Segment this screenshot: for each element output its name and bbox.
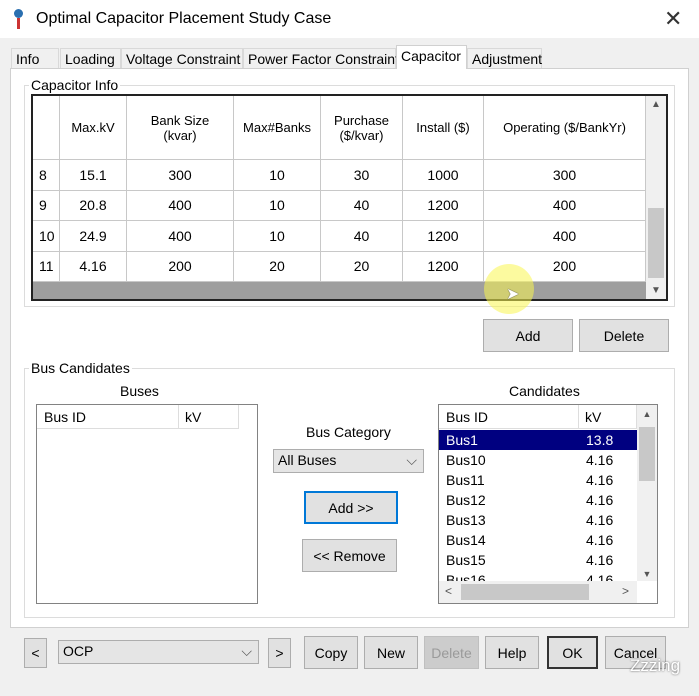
candidate-row[interactable]: Bus12 4.16 <box>439 490 637 510</box>
grid-cell[interactable]: 15.1 <box>60 160 127 191</box>
buses-label: Buses <box>120 383 159 399</box>
grid-header-cell[interactable]: Install ($) <box>403 96 484 160</box>
candidates-header-kv[interactable]: kV <box>579 405 637 429</box>
capacitor-grid[interactable]: Max.kV Bank Size (kvar) Max#Banks Purchase … <box>31 94 668 301</box>
grid-header-cell[interactable]: Bank Size (kvar) <box>127 96 234 160</box>
buses-list[interactable]: Bus ID kV <box>36 404 258 604</box>
grid-header-cell[interactable] <box>33 96 60 160</box>
remove-bus-button[interactable]: << Remove <box>302 539 397 572</box>
candidates-label: Candidates <box>509 383 580 399</box>
grid-cell[interactable]: 400 <box>127 190 234 221</box>
grid-cell[interactable]: 1200 <box>403 221 484 252</box>
next-case-button[interactable]: > <box>268 638 291 668</box>
help-button[interactable]: Help <box>485 636 539 669</box>
grid-cell[interactable]: 4.16 <box>60 251 127 282</box>
candidate-row[interactable]: Bus14 4.16 <box>439 530 637 550</box>
candidate-kv: 13.8 <box>586 432 614 448</box>
grid-cell[interactable]: 40 <box>321 221 403 252</box>
candidate-bus-id: Bus14 <box>446 532 486 548</box>
grid-header-cell[interactable]: Max.kV <box>60 96 127 160</box>
candidate-bus-id: Bus11 <box>446 472 485 488</box>
delete-case-button[interactable]: Delete <box>424 636 479 669</box>
candidate-bus-id: Bus10 <box>446 452 486 468</box>
buses-header-bus-id[interactable]: Bus ID <box>37 405 179 429</box>
bus-category-value: All Buses <box>278 452 337 468</box>
tab-voltage-constraint[interactable]: Voltage Constraint <box>121 48 243 69</box>
candidate-kv: 4.16 <box>586 532 614 548</box>
candidates-list[interactable]: Bus ID kV Bus16 4.16 Bus15 4.16 Bus14 4.16 Bus… <box>438 404 658 604</box>
ok-button[interactable]: OK <box>547 636 598 669</box>
grid-cell[interactable]: 400 <box>484 221 646 252</box>
buses-header-kv[interactable]: kV <box>179 405 239 429</box>
grid-header-cell[interactable]: Operating ($/BankYr) <box>484 96 646 160</box>
prev-case-button[interactable]: < <box>24 638 47 668</box>
candidate-row[interactable]: Bus15 4.16 <box>439 550 637 570</box>
candidate-kv: 4.16 <box>586 472 614 488</box>
grid-cell[interactable]: 20 <box>321 251 403 282</box>
tab-adjustment[interactable]: Adjustment <box>467 48 542 69</box>
candidate-row[interactable]: Bus10 4.16 <box>439 450 637 470</box>
candidate-bus-id: Bus13 <box>446 512 486 528</box>
candidate-row[interactable]: Bus13 4.16 <box>439 510 637 530</box>
grid-cell[interactable]: 10 <box>234 190 321 221</box>
tab-power-factor-constraint[interactable]: Power Factor Constraint <box>243 48 399 69</box>
grid-cell[interactable]: 1200 <box>403 251 484 282</box>
study-case-value: OCP <box>63 643 94 659</box>
window-title: Optimal Capacitor Placement Study Case <box>36 10 332 27</box>
grid-cell[interactable]: 1200 <box>403 190 484 221</box>
capacitor-info-label: Capacitor Info <box>29 77 121 93</box>
bus-candidates-label: Bus Candidates <box>29 360 132 376</box>
close-button[interactable]: ✕ <box>664 6 682 32</box>
candidate-row[interactable]: Bus11 4.16 <box>439 470 637 490</box>
grid-scrollbar[interactable]: ▲ ▼ <box>646 96 666 299</box>
grid-cell[interactable]: 1000 <box>403 160 484 191</box>
grid-cell[interactable]: 10 <box>234 221 321 252</box>
delete-capacitor-button[interactable]: Delete <box>579 319 669 352</box>
tab-loading[interactable]: Loading <box>60 48 121 69</box>
candidate-bus-id: Bus1 <box>446 432 478 448</box>
candidate-kv: 4.16 <box>586 512 614 528</box>
candidate-kv: 4.16 <box>586 552 614 568</box>
grid-header-cell[interactable]: Purchase ($/kvar) <box>321 96 403 160</box>
grid-cell[interactable]: 400 <box>484 190 646 221</box>
app-icon <box>14 9 24 29</box>
study-case-select[interactable]: OCP ⌵ <box>58 640 259 664</box>
grid-cell[interactable]: 20 <box>234 251 321 282</box>
grid-cell[interactable]: 10 <box>234 160 321 191</box>
candidates-hscrollbar[interactable]: < > <box>439 581 637 603</box>
grid-row-number[interactable]: 10 <box>33 221 60 252</box>
grid-cell[interactable]: 20.8 <box>60 190 127 221</box>
watermark: Zzzing <box>630 656 681 675</box>
chevron-down-icon: ⌵ <box>241 643 252 659</box>
candidate-bus-id: Bus12 <box>446 492 486 508</box>
grid-row-number[interactable]: 8 <box>33 160 60 191</box>
chevron-down-icon: ⌵ <box>406 452 417 468</box>
grid-cell[interactable]: 30 <box>321 160 403 191</box>
mouse-cursor-icon: ➤ <box>506 286 520 303</box>
new-button[interactable]: New <box>364 636 418 669</box>
grid-cell[interactable]: 200 <box>127 251 234 282</box>
candidates-header-bus-id[interactable]: Bus ID <box>439 405 579 429</box>
title-bar: Optimal Capacitor Placement Study Case ✕ <box>0 0 699 38</box>
bus-category-select[interactable]: All Buses ⌵ <box>273 449 424 473</box>
grid-cell[interactable]: 40 <box>321 190 403 221</box>
tab-info[interactable]: Info <box>11 48 59 69</box>
candidate-row[interactable]: Bus1 13.8 <box>439 430 637 450</box>
add-bus-button[interactable]: Add >> <box>304 491 398 524</box>
grid-cell[interactable]: 300 <box>127 160 234 191</box>
candidate-kv: 4.16 <box>586 452 614 468</box>
tab-capacitor[interactable]: Capacitor <box>396 45 467 69</box>
grid-row-number[interactable]: 9 <box>33 190 60 221</box>
candidates-vscrollbar[interactable]: ▲ ▼ <box>637 405 657 581</box>
copy-button[interactable]: Copy <box>304 636 358 669</box>
grid-cell[interactable]: 400 <box>127 221 234 252</box>
grid-header-cell[interactable]: Max#Banks <box>234 96 321 160</box>
grid-cell[interactable]: 24.9 <box>60 221 127 252</box>
grid-row-number[interactable]: 11 <box>33 251 60 282</box>
add-capacitor-button[interactable]: Add <box>483 319 573 352</box>
candidate-kv: 4.16 <box>586 492 614 508</box>
grid-cell[interactable]: 300 <box>484 160 646 191</box>
bus-category-label: Bus Category <box>306 424 391 440</box>
candidate-bus-id: Bus15 <box>446 552 486 568</box>
